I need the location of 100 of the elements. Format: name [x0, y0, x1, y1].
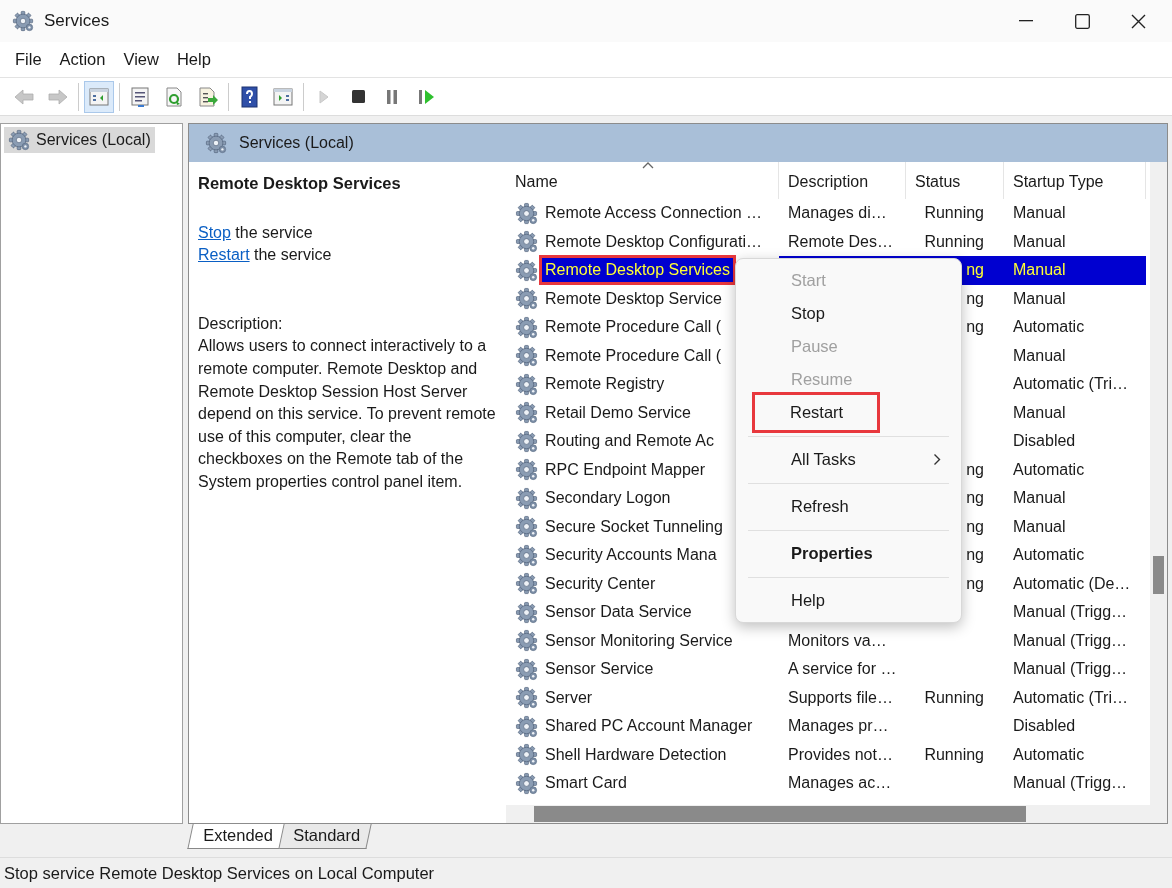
column-header[interactable]: Status [906, 162, 1004, 199]
table-cell: ng [966, 318, 984, 337]
service-gear-icon [515, 429, 538, 453]
service-name[interactable]: Sensor Monitoring Service [542, 628, 736, 653]
tree-item[interactable]: Services (Local) [4, 127, 155, 153]
maximize-icon [1074, 13, 1090, 29]
service-name[interactable]: Security Center [542, 571, 659, 596]
menu-item[interactable]: View [114, 46, 168, 73]
service-gear-icon [515, 743, 538, 767]
minimize-icon [1019, 20, 1033, 22]
service-gear-icon [515, 629, 538, 653]
service-gear-icon [515, 401, 538, 425]
action-text: Restart the service [198, 245, 333, 266]
service-gear-icon [515, 657, 538, 681]
service-name[interactable]: Sensor Service [542, 657, 657, 682]
service-name[interactable]: Security Accounts Mana [542, 543, 720, 568]
service-name[interactable]: Server [542, 685, 596, 710]
service-gear-icon [515, 572, 538, 596]
service-gear-icon [515, 714, 538, 738]
table-cell: Running [924, 204, 984, 223]
service-name[interactable]: Remote Desktop Service [542, 286, 725, 311]
table-cell: Running [924, 745, 984, 764]
service-name[interactable]: Shared PC Account Manager [542, 714, 756, 739]
table-cell-text: Disabled [1012, 716, 1077, 737]
action-link[interactable]: Restart [198, 246, 250, 264]
column-header[interactable]: Name [506, 162, 779, 199]
table-cell-text: Manual [1012, 203, 1067, 224]
service-name[interactable]: RPC Endpoint Mapper [542, 457, 709, 482]
service-name[interactable]: Remote Desktop Services [542, 258, 733, 283]
table-cell-text: Manages di… [787, 203, 888, 224]
service-name[interactable]: Routing and Remote Ac [542, 429, 717, 454]
gear-icon [205, 132, 227, 154]
sort-caret-icon [642, 162, 654, 169]
menu-item[interactable]: Refresh [736, 490, 961, 523]
table-cell-text: Manual (Trigg… [1012, 773, 1129, 794]
service-name[interactable]: Smart Card [542, 771, 630, 796]
table-cell: ng [966, 574, 984, 593]
table-cell-text: Supports file… [787, 687, 894, 708]
table-cell: ng [966, 489, 984, 508]
service-name[interactable]: Sensor Data Service [542, 600, 695, 625]
column-header[interactable]: Startup Type [1004, 162, 1146, 199]
action-link[interactable]: Stop [198, 223, 231, 241]
service-name[interactable]: Retail Demo Service [542, 400, 694, 425]
table-cell-text: Manual [1012, 231, 1067, 252]
horizontal-scrollbar[interactable] [506, 805, 1150, 823]
console-tree-button[interactable] [84, 80, 114, 113]
menu-item[interactable]: File [6, 46, 51, 73]
service-name[interactable]: Secondary Logon [542, 486, 674, 511]
scrollbar-thumb[interactable] [534, 806, 1026, 822]
window-title: Services [44, 11, 110, 31]
table-cell: ng [966, 289, 984, 308]
refresh-icon [163, 85, 185, 108]
table-cell: Manual [1004, 256, 1146, 285]
table-cell-text: Manual (Trigg… [1012, 659, 1129, 680]
help-icon [238, 85, 260, 108]
service-name[interactable]: Secure Socket Tunneling [542, 514, 726, 539]
table-cell-text: Automatic [1012, 459, 1086, 480]
column-header[interactable]: Description [779, 162, 906, 199]
menu-item[interactable]: Help [736, 584, 961, 617]
table-cell-text: Manages pr… [787, 716, 890, 737]
table-cell-text: Manages ac… [787, 773, 893, 794]
service-gear-icon [515, 771, 538, 795]
service-gear-icon [515, 515, 538, 539]
view-tab[interactable]: Extended [187, 824, 285, 849]
table-cell-text: Manual [1012, 516, 1067, 537]
description-label: Description: [198, 313, 284, 334]
status-text: Stop service Remote Desktop Services on Local Computer [4, 863, 435, 883]
properties-icon [129, 85, 151, 108]
menu-item[interactable]: All Tasks [736, 443, 961, 476]
table-cell-text: Manual (Trigg… [1012, 602, 1129, 623]
service-gear-icon [515, 201, 538, 225]
action-pane-icon [272, 85, 294, 108]
gear-icon [8, 129, 30, 151]
service-name[interactable]: Remote Access Connection … [542, 201, 765, 226]
service-gear-icon [515, 372, 538, 396]
service-name[interactable]: Shell Hardware Detection [542, 742, 730, 767]
service-name[interactable]: Remote Procedure Call ( [542, 343, 725, 368]
menu-item[interactable]: Action [50, 46, 115, 73]
table-cell-text: Manual [1012, 488, 1067, 509]
table-cell-text: Monitors va… [787, 630, 888, 651]
service-name[interactable]: Remote Registry [542, 372, 668, 397]
table-cell-text: Automatic (Tri… [1012, 687, 1129, 708]
table-cell: ng [966, 546, 984, 565]
service-gear-icon [515, 258, 538, 282]
menu-item[interactable]: Stop [736, 297, 961, 330]
table-cell-text: Automatic (Tri… [1012, 374, 1129, 395]
service-name[interactable]: Remote Desktop Configurati… [542, 229, 765, 254]
service-gear-icon [515, 315, 538, 339]
vertical-scrollbar[interactable] [1150, 162, 1167, 823]
menu-item[interactable]: Help [167, 46, 220, 73]
view-tab[interactable]: Standard [277, 824, 372, 849]
table-cell-text: Provides not… [787, 744, 894, 765]
service-gear-icon [515, 543, 538, 567]
table-cell: Running [924, 688, 984, 707]
scrollbar-thumb[interactable] [1153, 556, 1164, 594]
table-cell-text: Remote Des… [787, 231, 894, 252]
export-icon [197, 85, 219, 108]
chevron-icon [933, 453, 941, 466]
menu-item[interactable]: Properties [736, 537, 961, 570]
service-name[interactable]: Remote Procedure Call ( [542, 315, 725, 340]
